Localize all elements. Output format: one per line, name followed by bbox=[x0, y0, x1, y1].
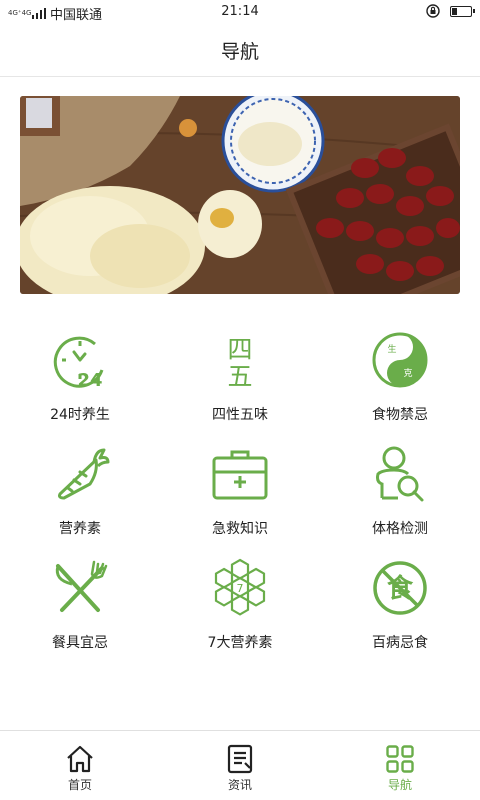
clock-time: 21:14 bbox=[221, 4, 259, 19]
grid-item-24h-health[interactable]: 24 24时养生 bbox=[0, 330, 160, 430]
grid-item-label: 营养素 bbox=[59, 521, 101, 537]
first-aid-kit-icon bbox=[212, 450, 268, 500]
yin-yang-icon: 生 克 bbox=[372, 332, 428, 388]
banner-image[interactable] bbox=[20, 96, 460, 294]
grid-item-label: 四性五味 bbox=[212, 407, 268, 423]
four-five-chars-icon: 四 五 bbox=[227, 335, 252, 390]
body-check-icon bbox=[376, 446, 424, 502]
grid-item-nutrients[interactable]: 营养素 bbox=[0, 444, 160, 544]
grid-item-first-aid[interactable]: 急救知识 bbox=[160, 444, 320, 544]
grid-item-disease-diet[interactable]: 食 百病忌食 bbox=[320, 558, 480, 658]
svg-text:五: 五 bbox=[227, 362, 252, 390]
grid-item-body-check[interactable]: 体格检测 bbox=[320, 444, 480, 544]
svg-text:四: 四 bbox=[227, 335, 252, 364]
grid-item-label: 体格检测 bbox=[372, 521, 428, 537]
grid-row: 营养素 急救知识 体格检测 bbox=[0, 444, 480, 544]
status-bar: 4G⁺4G 中国联通 21:14 bbox=[0, 0, 480, 24]
grid-item-seven-nutrients[interactable]: 7 7大营养素 bbox=[160, 558, 320, 658]
carrot-icon bbox=[58, 448, 110, 500]
grid-item-tableware[interactable]: 餐具宜忌 bbox=[0, 558, 160, 658]
rotation-lock-icon bbox=[426, 4, 440, 18]
svg-text:克: 克 bbox=[403, 368, 412, 379]
app-header: 导航 bbox=[0, 24, 480, 77]
grid-row: 餐具宜忌 7 7大营养素 食 bbox=[0, 558, 480, 658]
grid-item-label: 餐具宜忌 bbox=[52, 635, 108, 651]
home-icon bbox=[67, 745, 93, 773]
grid-item-label: 百病忌食 bbox=[372, 635, 428, 651]
grid-item-label: 食物禁忌 bbox=[372, 407, 428, 423]
grid-item-label: 急救知识 bbox=[212, 521, 268, 537]
tab-label: 首页 bbox=[67, 778, 92, 792]
banner-food-photo bbox=[20, 96, 460, 294]
grid-row: 24 24时养生 四 五 四性五味 生 克 食物禁忌 bbox=[0, 330, 480, 430]
tab-news[interactable]: 资讯 bbox=[160, 731, 320, 800]
tab-label: 资讯 bbox=[227, 778, 252, 792]
honeycomb-icon: 7 bbox=[214, 558, 266, 616]
no-food-icon: 食 bbox=[373, 561, 427, 615]
tab-label: 导航 bbox=[387, 778, 412, 792]
grid-item-four-five[interactable]: 四 五 四性五味 bbox=[160, 330, 320, 430]
svg-text:7: 7 bbox=[237, 582, 244, 595]
svg-text:生: 生 bbox=[387, 343, 396, 355]
tab-navigation[interactable]: 导航 bbox=[320, 731, 480, 800]
grid-item-label: 24时养生 bbox=[50, 407, 110, 423]
grid-item-food-taboo[interactable]: 生 克 食物禁忌 bbox=[320, 330, 480, 430]
svg-text:24: 24 bbox=[77, 370, 102, 390]
clock-24-icon: 24 bbox=[53, 336, 104, 390]
tab-home[interactable]: 首页 bbox=[0, 731, 160, 800]
battery-icon bbox=[450, 5, 475, 17]
bottom-tab-bar: 首页 资讯 导航 bbox=[0, 730, 480, 800]
grid-nav-icon bbox=[386, 745, 414, 773]
grid-item-label: 7大营养素 bbox=[207, 635, 273, 651]
fork-knife-icon bbox=[55, 560, 108, 612]
page-title: 导航 bbox=[220, 41, 259, 63]
news-icon bbox=[227, 744, 253, 774]
